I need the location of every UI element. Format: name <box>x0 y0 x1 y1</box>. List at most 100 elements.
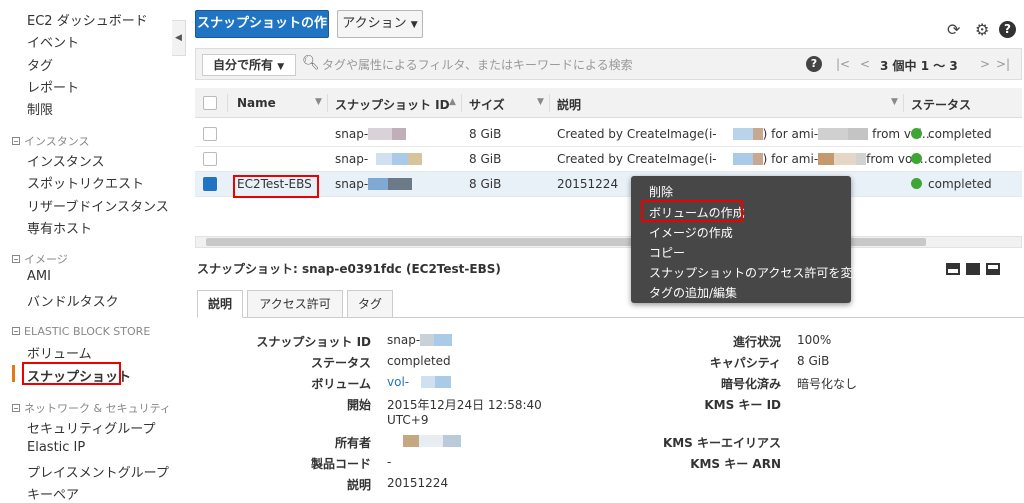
pagination-text: 3 個中 1 ～ 3 <box>880 59 958 73</box>
sidebar-item-volumes[interactable]: ボリューム <box>27 343 92 362</box>
value-text: snap- <box>387 333 421 347</box>
actions-dropdown[interactable]: アクション ▼ <box>337 10 423 38</box>
sidebar-item-reserved-instances[interactable]: リザーブドインスタンス <box>27 196 169 215</box>
value-started-tz: UTC+9 <box>387 413 429 427</box>
sidebar-item-spot-requests[interactable]: スポットリクエスト <box>27 173 144 192</box>
sidebar-section-ebs[interactable]: ELASTIC BLOCK STORE <box>12 325 150 338</box>
sidebar-item-limits[interactable]: 制限 <box>27 99 53 118</box>
sidebar-item-key-pairs[interactable]: キーペア <box>27 484 79 503</box>
collapse-icon <box>12 255 20 263</box>
redacted-block <box>421 376 436 388</box>
table-row-selected[interactable]: EC2Test-EBS snap- 8 GiB 20151224 complet… <box>195 172 1022 197</box>
collapse-icon <box>12 327 20 335</box>
column-separator <box>227 94 228 112</box>
table-row[interactable]: snap- 8 GiB Created by CreateImage(i-) f… <box>195 122 1022 147</box>
label-snapshot-id: スナップショット ID <box>256 335 371 349</box>
row-checkbox[interactable] <box>203 177 217 191</box>
redacted-block <box>818 128 849 140</box>
sort-icon[interactable]: ▼ <box>537 97 544 107</box>
layout-bottom-icon[interactable] <box>946 263 960 275</box>
sort-asc-icon[interactable]: ▲ <box>449 97 456 107</box>
sidebar-item-bundle-tasks[interactable]: バンドルタスク <box>27 291 119 310</box>
menu-item-delete[interactable]: 削除 <box>649 183 673 200</box>
layout-top-icon[interactable] <box>986 263 1000 275</box>
snapshot-id-cell: snap- <box>335 127 407 141</box>
menu-item-copy[interactable]: コピー <box>649 244 685 261</box>
context-menu: 削除 ボリュームの作成 イメージの作成 コピー スナップショットのアクセス許可を… <box>631 176 864 303</box>
redacted-block <box>388 178 413 190</box>
label-encrypted: 暗号化済み <box>720 377 781 391</box>
status-text: completed <box>928 177 992 191</box>
label-progress: 進行状況 <box>732 335 781 349</box>
menu-item-create-image[interactable]: イメージの作成 <box>649 224 733 241</box>
value-volume[interactable]: vol- <box>387 375 452 389</box>
status-ok-icon <box>911 178 922 189</box>
first-page-icon[interactable]: |< <box>836 57 850 71</box>
table-row[interactable]: snap- 8 GiB Created by CreateImage(i-) f… <box>195 147 1022 172</box>
sidebar-item-ec2-dashboard[interactable]: EC2 ダッシュボード <box>27 10 148 29</box>
menu-item-add-edit-tags[interactable]: タグの追加/編集 <box>649 284 737 301</box>
column-header-name[interactable]: Name <box>237 96 276 110</box>
description-cell: Created by CreateImage(i-) for ami-from … <box>557 152 928 166</box>
value-encrypted: 暗号化なし <box>797 377 858 391</box>
sidebar-item-placement-groups[interactable]: プレイスメントグループ <box>27 462 169 481</box>
sort-icon[interactable]: ▼ <box>891 97 898 107</box>
sidebar-item-elastic-ip[interactable]: Elastic IP <box>27 440 85 455</box>
redacted-block <box>848 128 869 140</box>
sidebar-item-security-groups[interactable]: セキュリティグループ <box>27 418 155 437</box>
column-header-description[interactable]: 説明 <box>557 96 581 113</box>
value-description: 20151224 <box>387 476 449 490</box>
sidebar-item-events[interactable]: イベント <box>27 32 79 51</box>
status-ok-icon <box>911 153 922 164</box>
row-checkbox[interactable] <box>203 152 217 166</box>
sidebar-section-instances[interactable]: インスタンス <box>12 133 90 149</box>
sidebar-item-ami[interactable]: AMI <box>27 269 51 284</box>
description-text: ) for ami- <box>762 127 819 141</box>
help-icon[interactable]: ? <box>806 56 822 72</box>
horizontal-scrollbar[interactable] <box>195 236 1022 248</box>
help-icon[interactable]: ? <box>999 21 1016 38</box>
menu-item-modify-permissions[interactable]: スナップショットのアクセス許可を変更 <box>649 264 864 281</box>
snapshot-id-cell: snap- <box>335 177 413 191</box>
prev-page-icon[interactable]: < <box>860 57 870 71</box>
sidebar-item-tags[interactable]: タグ <box>27 55 53 74</box>
highlight-box <box>641 200 743 222</box>
gear-icon[interactable]: ⚙ <box>975 20 989 39</box>
sidebar-item-reports[interactable]: レポート <box>27 77 79 96</box>
owner-filter-dropdown[interactable]: 自分で所有 ▼ <box>202 54 296 76</box>
redacted-block <box>392 153 409 165</box>
redacted-block <box>376 153 393 165</box>
tab-permissions[interactable]: アクセス許可 <box>247 290 343 318</box>
sidebar-item-dedicated-hosts[interactable]: 専有ホスト <box>27 218 92 237</box>
status-ok-icon <box>911 128 922 139</box>
last-page-icon[interactable]: >| <box>996 57 1010 71</box>
next-page-icon[interactable]: > <box>980 57 990 71</box>
row-checkbox[interactable] <box>203 127 217 141</box>
column-header-snapshot-id[interactable]: スナップショット ID <box>335 96 450 113</box>
volume-link[interactable]: vol- <box>387 375 409 389</box>
value-capacity: 8 GiB <box>797 354 830 368</box>
sidebar-collapse-handle[interactable]: ◀ <box>172 20 186 56</box>
tab-tags[interactable]: タグ <box>347 290 393 318</box>
size-cell: 8 GiB <box>469 127 502 141</box>
sidebar-section-network[interactable]: ネットワーク & セキュリティ <box>12 400 171 416</box>
column-header-size[interactable]: サイズ <box>469 96 505 113</box>
column-header-status[interactable]: ステータス <box>911 96 971 113</box>
label-owner: 所有者 <box>334 436 371 450</box>
sidebar-item-instances[interactable]: インスタンス <box>27 151 104 170</box>
description-text: Created by CreateImage(i- <box>557 152 717 166</box>
layout-split-icon[interactable] <box>966 263 980 275</box>
refresh-icon[interactable]: ⟳ <box>947 20 960 39</box>
column-separator <box>903 94 904 112</box>
redacted-block <box>392 128 407 140</box>
sort-icon[interactable]: ▼ <box>315 97 322 107</box>
tab-description[interactable]: 説明 <box>197 290 243 318</box>
select-all-checkbox[interactable] <box>203 96 217 110</box>
create-snapshot-button[interactable]: スナップショットの作成 <box>195 10 329 57</box>
sidebar-section-images[interactable]: イメージ <box>12 251 68 267</box>
snapshot-id: snap- <box>335 127 369 141</box>
search-input[interactable] <box>322 54 802 76</box>
label-kms-key-alias: KMS キーエイリアス <box>662 436 781 450</box>
chevron-down-icon: ▼ <box>277 62 285 72</box>
redacted-block <box>368 128 393 140</box>
